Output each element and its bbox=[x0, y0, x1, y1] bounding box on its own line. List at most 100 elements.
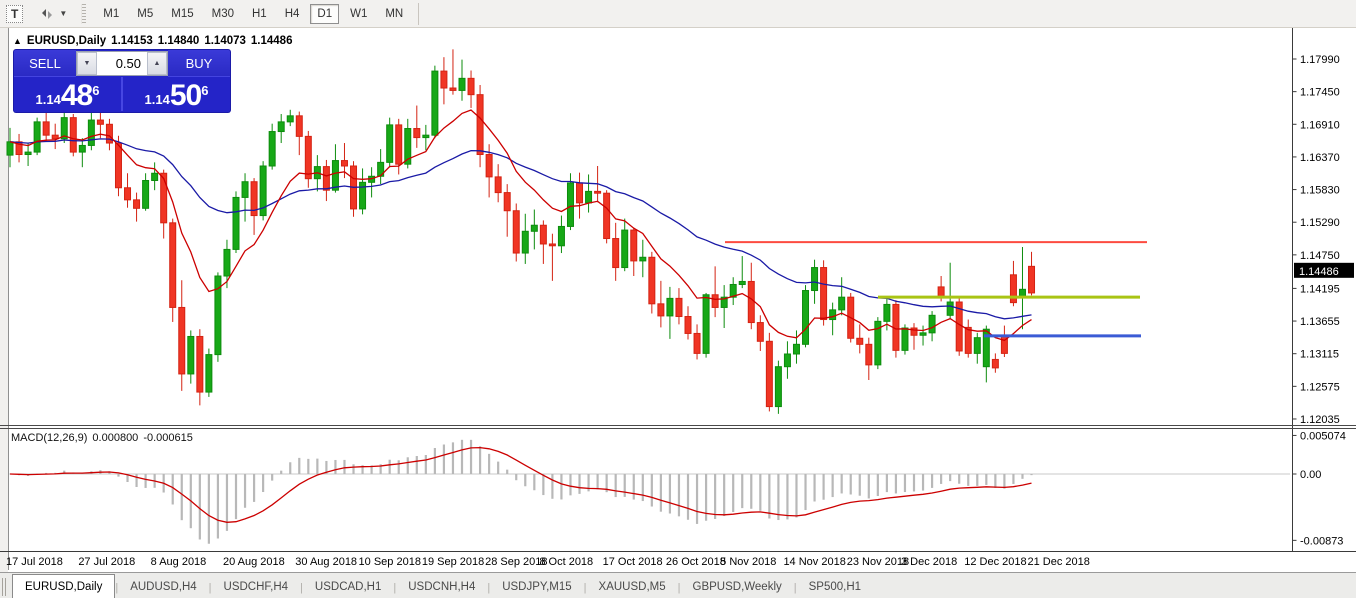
candle-body bbox=[803, 291, 809, 345]
ask-price[interactable]: 1.14 50 6 bbox=[123, 77, 230, 111]
tab-xauusd-m5[interactable]: XAUUSD,M5 bbox=[587, 576, 678, 598]
candle-body bbox=[459, 78, 465, 90]
macd-tick-label: 0.005074 bbox=[1300, 430, 1346, 442]
candle-body bbox=[622, 230, 628, 267]
candle-body bbox=[468, 78, 474, 94]
macd-indicator-name: MACD(12,26,9) bbox=[11, 432, 87, 444]
candle-body bbox=[188, 336, 194, 373]
price-tick-label: 1.16910 bbox=[1300, 119, 1340, 131]
candle-body bbox=[522, 231, 528, 253]
candle-body bbox=[125, 188, 131, 200]
bid-sup-digit: 6 bbox=[92, 83, 99, 98]
timeframe-button-m1[interactable]: M1 bbox=[96, 4, 126, 24]
timeframe-button-m15[interactable]: M15 bbox=[164, 4, 200, 24]
toolbar-gripper[interactable] bbox=[81, 4, 86, 24]
tab-usdcnh-h4[interactable]: USDCNH,H4 bbox=[396, 576, 487, 598]
candle-body bbox=[269, 132, 275, 166]
candle-body bbox=[757, 323, 763, 342]
tab-audusd-h4[interactable]: AUDUSD,H4 bbox=[118, 576, 208, 598]
candle-body bbox=[902, 328, 908, 350]
candle-body bbox=[134, 200, 140, 208]
tab-usdchf-h4[interactable]: USDCHF,H4 bbox=[212, 576, 301, 598]
candle-body bbox=[974, 338, 980, 354]
candle-body bbox=[694, 333, 700, 353]
volume-increase-button[interactable]: ▲ bbox=[147, 52, 167, 75]
text-tool-button[interactable]: T bbox=[6, 5, 23, 23]
candle-body bbox=[812, 268, 818, 291]
bid-big-digits: 48 bbox=[61, 82, 92, 110]
tab-usdjpy-m15[interactable]: USDJPY,M15 bbox=[490, 576, 583, 598]
date-tick-label: 26 Oct 2018 bbox=[666, 556, 726, 568]
price-tick-label: 1.17450 bbox=[1300, 87, 1340, 99]
volume-value[interactable]: 0.50 bbox=[97, 52, 147, 75]
tab-sp500-h1[interactable]: SP500,H1 bbox=[797, 576, 873, 598]
tabbar-gripper[interactable] bbox=[2, 578, 8, 596]
candle-body bbox=[549, 244, 555, 246]
date-tick-label: 14 Nov 2018 bbox=[783, 556, 845, 568]
candle-body bbox=[115, 143, 121, 188]
bid-prefix: 1.14 bbox=[36, 92, 61, 107]
bid-price[interactable]: 1.14 48 6 bbox=[14, 77, 123, 111]
ohlc-open: 1.14153 bbox=[111, 35, 153, 47]
candle-body bbox=[586, 191, 592, 202]
macd-signal-value: -0.000615 bbox=[143, 432, 193, 444]
candle-body bbox=[486, 155, 492, 177]
timeframe-button-m30[interactable]: M30 bbox=[205, 4, 241, 24]
macd-tick-label: 0.00 bbox=[1300, 469, 1321, 481]
timeframe-button-mn[interactable]: MN bbox=[378, 4, 410, 24]
timeframe-button-h4[interactable]: H4 bbox=[278, 4, 307, 24]
tab-usdcad-h1[interactable]: USDCAD,H1 bbox=[303, 576, 393, 598]
volume-decrease-button[interactable]: ▼ bbox=[77, 52, 97, 75]
date-tick-label: 20 Aug 2018 bbox=[223, 556, 285, 568]
candle-body bbox=[305, 136, 311, 178]
candle-body bbox=[432, 71, 438, 135]
candle-body bbox=[793, 344, 799, 354]
timeframe-button-d1[interactable]: D1 bbox=[310, 4, 339, 24]
date-tick-label: 17 Oct 2018 bbox=[603, 556, 663, 568]
candle-body bbox=[88, 120, 94, 145]
tab-eurusd-daily[interactable]: EURUSD,Daily bbox=[12, 574, 115, 598]
candle-body bbox=[332, 161, 338, 191]
candle-body bbox=[839, 297, 845, 310]
buy-button[interactable]: BUY bbox=[168, 50, 230, 77]
arrange-symbols-button[interactable]: ▼ bbox=[39, 6, 67, 22]
candle-body bbox=[34, 122, 40, 152]
current-price-label: 1.14486 bbox=[1299, 266, 1339, 278]
candle-body bbox=[748, 281, 754, 322]
candle-body bbox=[703, 295, 709, 354]
candle-body bbox=[766, 341, 772, 406]
candle-body bbox=[70, 118, 76, 152]
candle-body bbox=[577, 183, 583, 203]
price-tick-label: 1.14195 bbox=[1300, 283, 1340, 295]
candle-body bbox=[649, 257, 655, 304]
candle-body bbox=[143, 181, 149, 209]
candle-body bbox=[477, 95, 483, 155]
candle-body bbox=[676, 298, 682, 316]
sell-button[interactable]: SELL bbox=[14, 50, 76, 77]
date-tick-label: 27 Jul 2018 bbox=[78, 556, 135, 568]
date-tick-label: 8 Aug 2018 bbox=[151, 556, 207, 568]
candle-body bbox=[414, 129, 420, 138]
date-tick-label: 30 Aug 2018 bbox=[295, 556, 357, 568]
date-tick-label: 8 Oct 2018 bbox=[539, 556, 593, 568]
candle-body bbox=[43, 122, 49, 135]
candle-body bbox=[495, 177, 501, 193]
timeframe-button-m5[interactable]: M5 bbox=[130, 4, 160, 24]
candle-body bbox=[884, 304, 890, 321]
ohlc-high: 1.14840 bbox=[158, 35, 200, 47]
chevron-down-icon: ▼ bbox=[59, 9, 67, 18]
candle-body bbox=[558, 226, 564, 245]
timeframe-button-w1[interactable]: W1 bbox=[343, 4, 374, 24]
collapse-panel-arrow[interactable]: ▲ bbox=[13, 36, 22, 46]
candle-body bbox=[179, 307, 185, 373]
candle-body bbox=[504, 193, 510, 211]
timeframe-button-h1[interactable]: H1 bbox=[245, 4, 274, 24]
tab-gbpusd-weekly[interactable]: GBPUSD,Weekly bbox=[681, 576, 794, 598]
candle-body bbox=[278, 122, 284, 132]
candle-body bbox=[712, 295, 718, 308]
candle-body bbox=[396, 125, 402, 164]
date-tick-label: 5 Nov 2018 bbox=[720, 556, 776, 568]
date-tick-label: 23 Nov 2018 bbox=[847, 556, 909, 568]
price-tick-label: 1.15830 bbox=[1300, 185, 1340, 197]
candle-body bbox=[821, 268, 827, 320]
